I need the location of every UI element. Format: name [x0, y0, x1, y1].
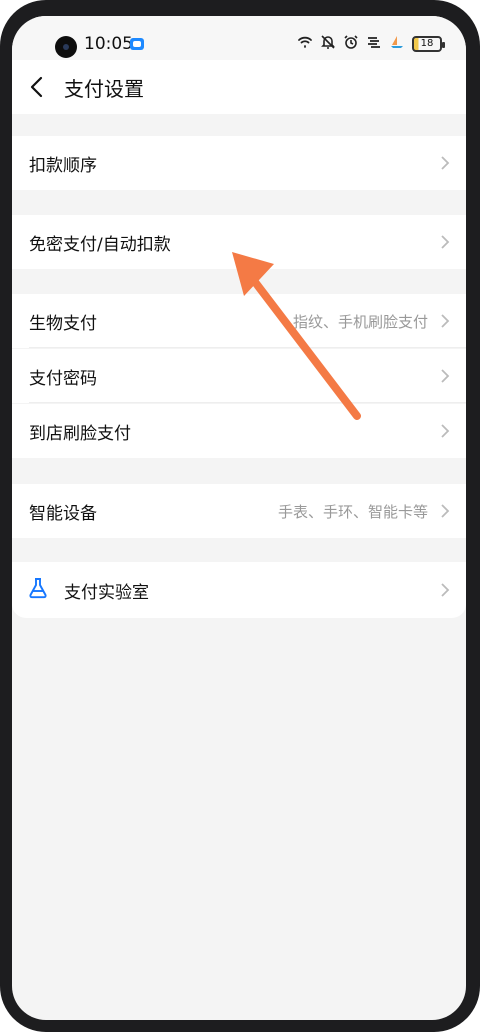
row-pay-password[interactable]: 支付密码: [12, 349, 466, 403]
row-pay-lab[interactable]: 支付实验室: [12, 562, 466, 618]
row-label: 免密支付/自动扣款: [29, 235, 171, 255]
chevron-right-icon: [441, 156, 450, 170]
page-title: 支付设置: [64, 77, 144, 101]
back-arrow-icon: [30, 76, 43, 98]
row-label: 支付密码: [29, 369, 97, 389]
row-value: 指纹、手机刷脸支付: [292, 313, 428, 331]
front-camera: [55, 36, 77, 58]
title-bar: 支付设置: [12, 60, 466, 114]
row-label: 生物支付: [29, 314, 97, 334]
phone-frame: 10:05 18 支付设置 扣款顺序 免密支付/自动扣款 生物支付 指纹、手机刷…: [0, 0, 480, 1032]
chevron-right-icon: [441, 235, 450, 249]
divider: [29, 402, 466, 403]
chevron-right-icon: [441, 424, 450, 438]
row-deduct-order[interactable]: 扣款顺序: [12, 136, 466, 190]
chevron-right-icon: [441, 369, 450, 383]
chevron-right-icon: [441, 314, 450, 328]
row-auto-pay[interactable]: 免密支付/自动扣款: [12, 215, 466, 269]
status-icons: 18: [297, 34, 445, 54]
row-store-face-pay[interactable]: 到店刷脸支付: [12, 404, 466, 458]
mute-icon: [320, 34, 336, 54]
row-value: 手表、手环、智能卡等: [277, 503, 428, 521]
row-label: 扣款顺序: [29, 156, 97, 176]
signal-icon: [366, 34, 382, 54]
row-smart-device[interactable]: 智能设备 手表、手环、智能卡等: [12, 484, 466, 538]
row-label: 智能设备: [29, 504, 97, 524]
screen: 10:05 18 支付设置 扣款顺序 免密支付/自动扣款 生物支付 指纹、手机刷…: [12, 16, 466, 1020]
message-notification-icon: [130, 38, 144, 50]
row-label: 支付实验室: [64, 583, 149, 603]
alarm-icon: [343, 34, 359, 54]
divider: [29, 347, 466, 348]
battery-icon: 18: [412, 36, 445, 52]
status-bar: 10:05 18: [12, 16, 466, 60]
chevron-right-icon: [441, 504, 450, 518]
status-time: 10:05: [84, 34, 133, 54]
chevron-right-icon: [441, 583, 450, 597]
row-label: 到店刷脸支付: [29, 424, 131, 444]
flask-icon: [29, 578, 47, 599]
boat-icon: [389, 34, 405, 54]
row-bio-pay[interactable]: 生物支付 指纹、手机刷脸支付: [12, 294, 466, 348]
back-button[interactable]: [28, 76, 48, 98]
wifi-icon: [297, 34, 313, 54]
